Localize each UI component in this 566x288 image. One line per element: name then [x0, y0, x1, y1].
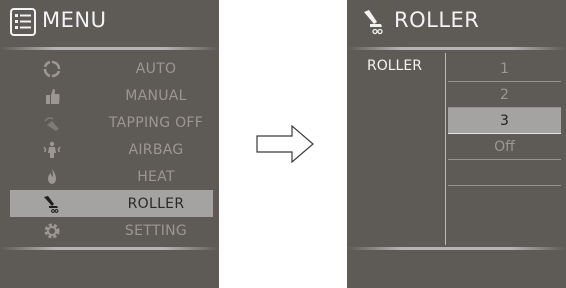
- roller-options: 1 2 3 Off: [448, 56, 561, 186]
- menu-item-auto[interactable]: AUTO: [0, 55, 219, 82]
- roller-option-3[interactable]: 3: [448, 108, 561, 134]
- flame-icon: [43, 168, 61, 186]
- roller-icon: [363, 9, 385, 35]
- menu-item-label: SETTING: [124, 222, 188, 239]
- hand-icon: [43, 87, 61, 105]
- roller-icon: [43, 195, 61, 213]
- roller-screen: ROLLER ROLLER 1 2 3 Off: [347, 0, 566, 288]
- right-arrow-icon: [256, 124, 314, 167]
- menu-title: MENU: [42, 8, 107, 32]
- menu-item-tapping-off[interactable]: TAPPING OFF: [0, 109, 219, 136]
- menu-item-manual[interactable]: MANUAL: [0, 82, 219, 109]
- list-menu-icon: [10, 8, 36, 36]
- header-divider: [347, 47, 566, 50]
- menu-item-airbag[interactable]: AIRBAG: [0, 136, 219, 163]
- menu-header: MENU: [0, 0, 219, 44]
- airbag-icon: [43, 141, 61, 159]
- menu-item-label: MANUAL: [125, 87, 187, 104]
- menu-item-label: TAPPING OFF: [108, 114, 204, 131]
- header-divider: [0, 47, 219, 50]
- menu-item-heat[interactable]: HEAT: [0, 163, 219, 190]
- menu-item-label: AIRBAG: [128, 141, 184, 158]
- cycle-icon: [43, 60, 61, 78]
- menu-item-label: AUTO: [135, 60, 177, 77]
- menu-list: AUTO MANUAL TAPPING OFF AIRBAG HEAT ROLL…: [0, 55, 219, 244]
- roller-row-label: ROLLER: [367, 58, 422, 74]
- gear-icon: [43, 222, 61, 240]
- menu-item-roller[interactable]: ROLLER: [10, 190, 213, 217]
- roller-option-empty: [448, 160, 561, 186]
- menu-item-label: ROLLER: [127, 195, 185, 212]
- footer-divider: [347, 247, 566, 250]
- roller-option-1[interactable]: 1: [448, 56, 561, 82]
- roller-header: ROLLER: [347, 0, 566, 44]
- roller-title: ROLLER: [394, 8, 480, 32]
- tapping-icon: [43, 114, 61, 132]
- roller-option-off[interactable]: Off: [448, 134, 561, 160]
- menu-item-setting[interactable]: SETTING: [0, 217, 219, 244]
- menu-item-label: HEAT: [137, 168, 175, 185]
- footer-divider: [0, 247, 219, 250]
- menu-screen: MENU AUTO MANUAL TAPPING OFF AIRBAG HEAT…: [0, 0, 219, 288]
- column-divider: [445, 53, 446, 245]
- roller-option-2[interactable]: 2: [448, 82, 561, 108]
